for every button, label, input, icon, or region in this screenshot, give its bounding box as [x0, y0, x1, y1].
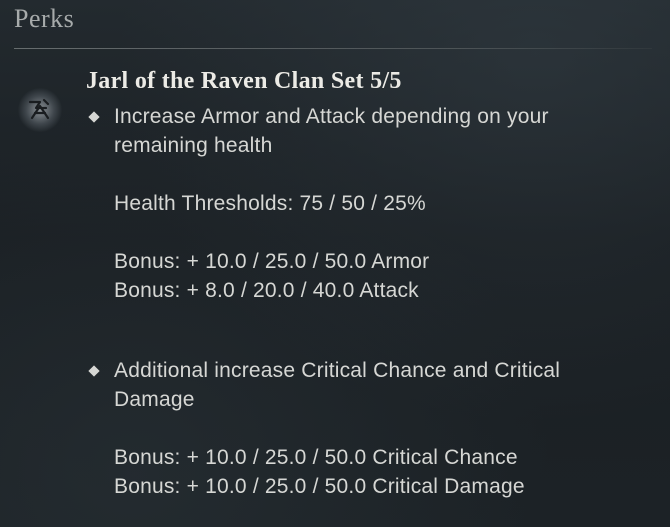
bullet-diamond-icon [88, 111, 100, 123]
perk-set-title: Jarl of the Raven Clan Set 5/5 [86, 68, 402, 94]
bullet-diamond-icon [88, 365, 100, 377]
health-thresholds: Health Thresholds: 75 / 50 / 25% [114, 192, 426, 215]
perk-description-line: Increase Armor and Attack depending on y… [114, 105, 549, 128]
header-divider [14, 48, 652, 49]
perk-description-line: remaining health [114, 134, 273, 157]
armor-bonus: Bonus: + 10.0 / 25.0 / 50.0 Armor [114, 250, 430, 273]
perk-description-line: Damage [114, 388, 195, 411]
critical-damage-bonus: Bonus: + 10.0 / 25.0 / 50.0 Critical Dam… [114, 475, 525, 498]
perk-description-line: Additional increase Critical Chance and … [114, 359, 561, 382]
panel-title: Perks [14, 4, 75, 33]
critical-chance-bonus: Bonus: + 10.0 / 25.0 / 50.0 Critical Cha… [114, 446, 518, 469]
attack-bonus: Bonus: + 8.0 / 20.0 / 40.0 Attack [114, 279, 419, 302]
raven-clan-rune-icon [18, 88, 62, 132]
perks-panel: Perks Jarl of the Raven Clan Set 5/5 Inc… [0, 0, 670, 527]
